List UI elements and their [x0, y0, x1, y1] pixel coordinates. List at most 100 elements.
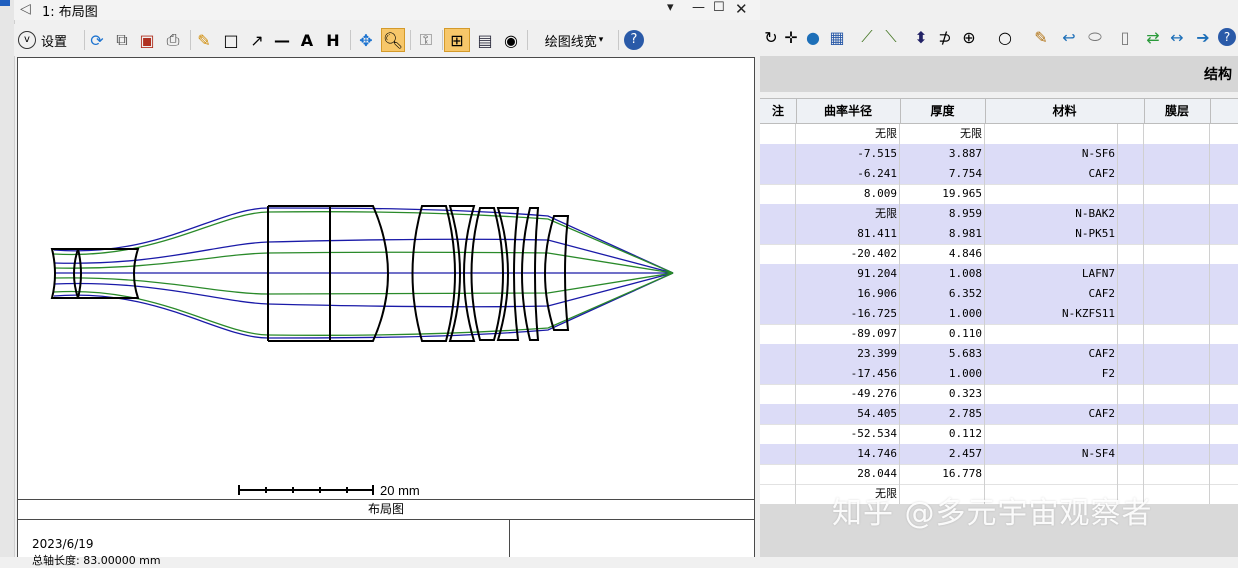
coating-cell[interactable]	[1144, 404, 1210, 424]
globe-icon[interactable]: ●	[802, 24, 824, 50]
material-cell[interactable]: N-KZFS11	[985, 304, 1118, 324]
material-cell[interactable]: N-SF6	[985, 144, 1118, 164]
thickness-cell[interactable]: 3.887	[900, 144, 985, 164]
thickness-cell[interactable]: 0.112	[900, 424, 985, 444]
material-solve-cell[interactable]	[1118, 304, 1144, 324]
thickness-cell[interactable]: 2.785	[900, 404, 985, 424]
material-cell[interactable]: CAF2	[985, 284, 1118, 304]
pencil-icon[interactable]: ✎	[194, 28, 214, 52]
material-cell[interactable]	[985, 324, 1118, 344]
save-icon[interactable]: ▣	[136, 28, 158, 52]
text-icon[interactable]: A	[296, 28, 318, 52]
material-cell[interactable]: N-PK51	[985, 224, 1118, 244]
window-icon[interactable]: ▤	[474, 28, 496, 52]
table-row[interactable]: -6.241 7.754 CAF2	[760, 164, 1238, 185]
table-row[interactable]: 无限 8.959 N-BAK2	[760, 204, 1238, 225]
thickness-cell[interactable]: 4.846	[900, 244, 985, 264]
material-cell[interactable]	[985, 424, 1118, 444]
material-solve-cell[interactable]	[1118, 384, 1144, 404]
table-row[interactable]: -7.515 3.887 N-SF6	[760, 144, 1238, 165]
comment-cell[interactable]	[760, 384, 796, 404]
coating-cell[interactable]	[1144, 224, 1210, 244]
thickness-cell[interactable]: 0.110	[900, 324, 985, 344]
material-solve-cell[interactable]	[1118, 344, 1144, 364]
surface-icon[interactable]: ⊅	[934, 24, 956, 50]
radius-cell[interactable]: -89.097	[796, 324, 900, 344]
maximize-button[interactable]: ☐	[713, 0, 725, 15]
rotate-icon[interactable]: ↻	[760, 24, 782, 50]
move-icon[interactable]: ✥	[354, 28, 378, 52]
material-cell[interactable]: N-BAK2	[985, 204, 1118, 224]
comment-cell[interactable]	[760, 364, 796, 384]
layout-grid-icon[interactable]: ⊞	[444, 28, 470, 52]
comment-cell[interactable]	[760, 144, 796, 164]
radius-cell[interactable]: -16.725	[796, 304, 900, 324]
thickness-cell[interactable]: 16.778	[900, 464, 985, 484]
material-cell[interactable]	[985, 464, 1118, 484]
radius-cell[interactable]: 无限	[796, 204, 900, 224]
material-cell[interactable]: CAF2	[985, 404, 1118, 424]
table-row[interactable]: 23.399 5.683 CAF2	[760, 344, 1238, 365]
comment-cell[interactable]	[760, 324, 796, 344]
comment-cell[interactable]	[760, 424, 796, 444]
coating-cell[interactable]	[1144, 284, 1210, 304]
radius-cell[interactable]: 8.009	[796, 184, 900, 204]
thickness-cell[interactable]: 8.959	[900, 204, 985, 224]
radius-cell[interactable]: -7.515	[796, 144, 900, 164]
thickness-cell[interactable]: 无限	[900, 124, 985, 144]
radius-cell[interactable]: -20.402	[796, 244, 900, 264]
material-solve-cell[interactable]	[1118, 464, 1144, 484]
refresh-icon[interactable]: ⟳	[86, 28, 108, 52]
material-cell[interactable]	[985, 124, 1118, 144]
material-solve-cell[interactable]	[1118, 204, 1144, 224]
coating-cell[interactable]	[1144, 324, 1210, 344]
thickness-cell[interactable]: 6.352	[900, 284, 985, 304]
table-row[interactable]: -17.456 1.000 F2	[760, 364, 1238, 385]
radius-cell[interactable]: 28.044	[796, 464, 900, 484]
comment-cell[interactable]	[760, 124, 796, 144]
table-row[interactable]: 16.906 6.352 CAF2	[760, 284, 1238, 305]
comment-cell[interactable]	[760, 304, 796, 324]
lock-icon[interactable]: ⚿	[415, 28, 437, 52]
coating-cell[interactable]	[1144, 484, 1210, 504]
print-icon[interactable]: ⎙	[162, 28, 184, 52]
thickness-cell[interactable]: 0.323	[900, 384, 985, 404]
material-cell[interactable]: LAFN7	[985, 264, 1118, 284]
expand-icon[interactable]: ↔	[1166, 24, 1188, 50]
thickness-cell[interactable]: 7.754	[900, 164, 985, 184]
header-comment[interactable]: 注	[760, 99, 797, 123]
layout-plot-canvas[interactable]: 20 mm	[17, 57, 755, 500]
lens-data-grid[interactable]: 注 曲率半径 厚度 材料 膜层 无限 无限 -7.515 3.887 N-SF6 -6.2…	[760, 98, 1238, 505]
comment-cell[interactable]	[760, 344, 796, 364]
aperture-icon[interactable]: ○	[994, 24, 1016, 50]
tool-icon[interactable]: ✎	[1030, 24, 1052, 50]
toggle-icon[interactable]: ⬭	[1084, 24, 1106, 50]
material-solve-cell[interactable]	[1118, 424, 1144, 444]
comment-cell[interactable]	[760, 164, 796, 184]
thickness-cell[interactable]: 8.981	[900, 224, 985, 244]
material-solve-cell[interactable]	[1118, 364, 1144, 384]
coating-cell[interactable]	[1144, 384, 1210, 404]
dimension-icon[interactable]: H	[321, 28, 345, 52]
editor-help-icon[interactable]: ?	[1216, 24, 1238, 50]
coating-cell[interactable]	[1144, 264, 1210, 284]
material-cell[interactable]	[985, 244, 1118, 264]
material-solve-cell[interactable]	[1118, 184, 1144, 204]
radius-cell[interactable]: 91.204	[796, 264, 900, 284]
header-coating[interactable]: 膜层	[1144, 99, 1211, 123]
surface-alt-icon[interactable]: ⊕	[958, 24, 980, 50]
radius-cell[interactable]: 23.399	[796, 344, 900, 364]
comment-cell[interactable]	[760, 284, 796, 304]
coating-cell[interactable]	[1144, 164, 1210, 184]
material-solve-cell[interactable]	[1118, 404, 1144, 424]
page-icon[interactable]: ▯	[1114, 24, 1136, 50]
material-solve-cell[interactable]	[1118, 144, 1144, 164]
linewidth-dropdown[interactable]: 绘图线宽 ▾	[534, 28, 614, 52]
comment-cell[interactable]	[760, 224, 796, 244]
material-solve-cell[interactable]	[1118, 444, 1144, 464]
crosshair-icon[interactable]: ✛	[780, 24, 802, 50]
coating-cell[interactable]	[1144, 424, 1210, 444]
zoom-icon[interactable]: 🔍︎	[381, 28, 405, 52]
table-row[interactable]: 81.411 8.981 N-PK51	[760, 224, 1238, 245]
material-cell[interactable]: F2	[985, 364, 1118, 384]
